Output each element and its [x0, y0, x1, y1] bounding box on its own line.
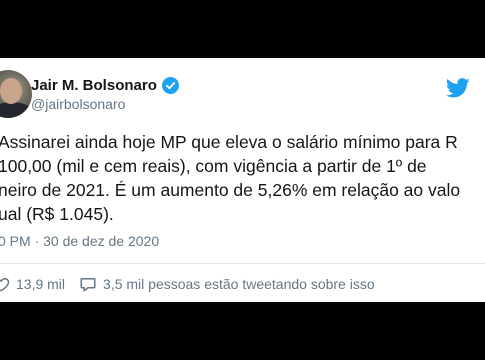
- tweet-card: Jair M. Bolsonaro @jairbolsonaro Assinar…: [0, 58, 485, 302]
- conversation-link[interactable]: 3,5 mil pessoas estão tweetando sobre is…: [79, 275, 375, 293]
- author-name[interactable]: Jair M. Bolsonaro: [31, 77, 157, 94]
- author-handle[interactable]: @jairbolsonaro: [31, 96, 125, 112]
- avatar-face: [0, 78, 22, 104]
- heart-icon: [0, 275, 10, 293]
- conversation-text: 3,5 mil pessoas estão tweetando sobre is…: [103, 276, 375, 292]
- tweet-text-line: neiro de 2021. É um aumento de 5,26% em …: [0, 180, 461, 200]
- tweet-text-line: ual (R$ 1.045).: [0, 204, 114, 224]
- avatar[interactable]: [0, 70, 32, 118]
- author-row: Jair M. Bolsonaro: [31, 77, 179, 94]
- like-count: 13,9 mil: [16, 276, 66, 292]
- tweet-text: Assinarei ainda hoje MP que eleva o salá…: [0, 130, 485, 226]
- action-bar: 13,9 mil 3,5 mil pessoas estão tweetando…: [0, 275, 375, 293]
- tweet-text-line: Assinarei ainda hoje MP que eleva o salá…: [0, 132, 458, 152]
- like-button[interactable]: 13,9 mil: [0, 275, 65, 293]
- avatar-suit: [0, 102, 32, 118]
- comment-icon: [79, 275, 97, 293]
- tweet-timestamp[interactable]: 0 PM · 30 de dez de 2020: [0, 233, 159, 249]
- tweet-text-line: 100,00 (mil e cem reais), com vigência a…: [0, 156, 427, 176]
- twitter-bird-icon[interactable]: [446, 78, 470, 98]
- divider: [0, 263, 485, 264]
- verified-badge-icon: [161, 77, 179, 94]
